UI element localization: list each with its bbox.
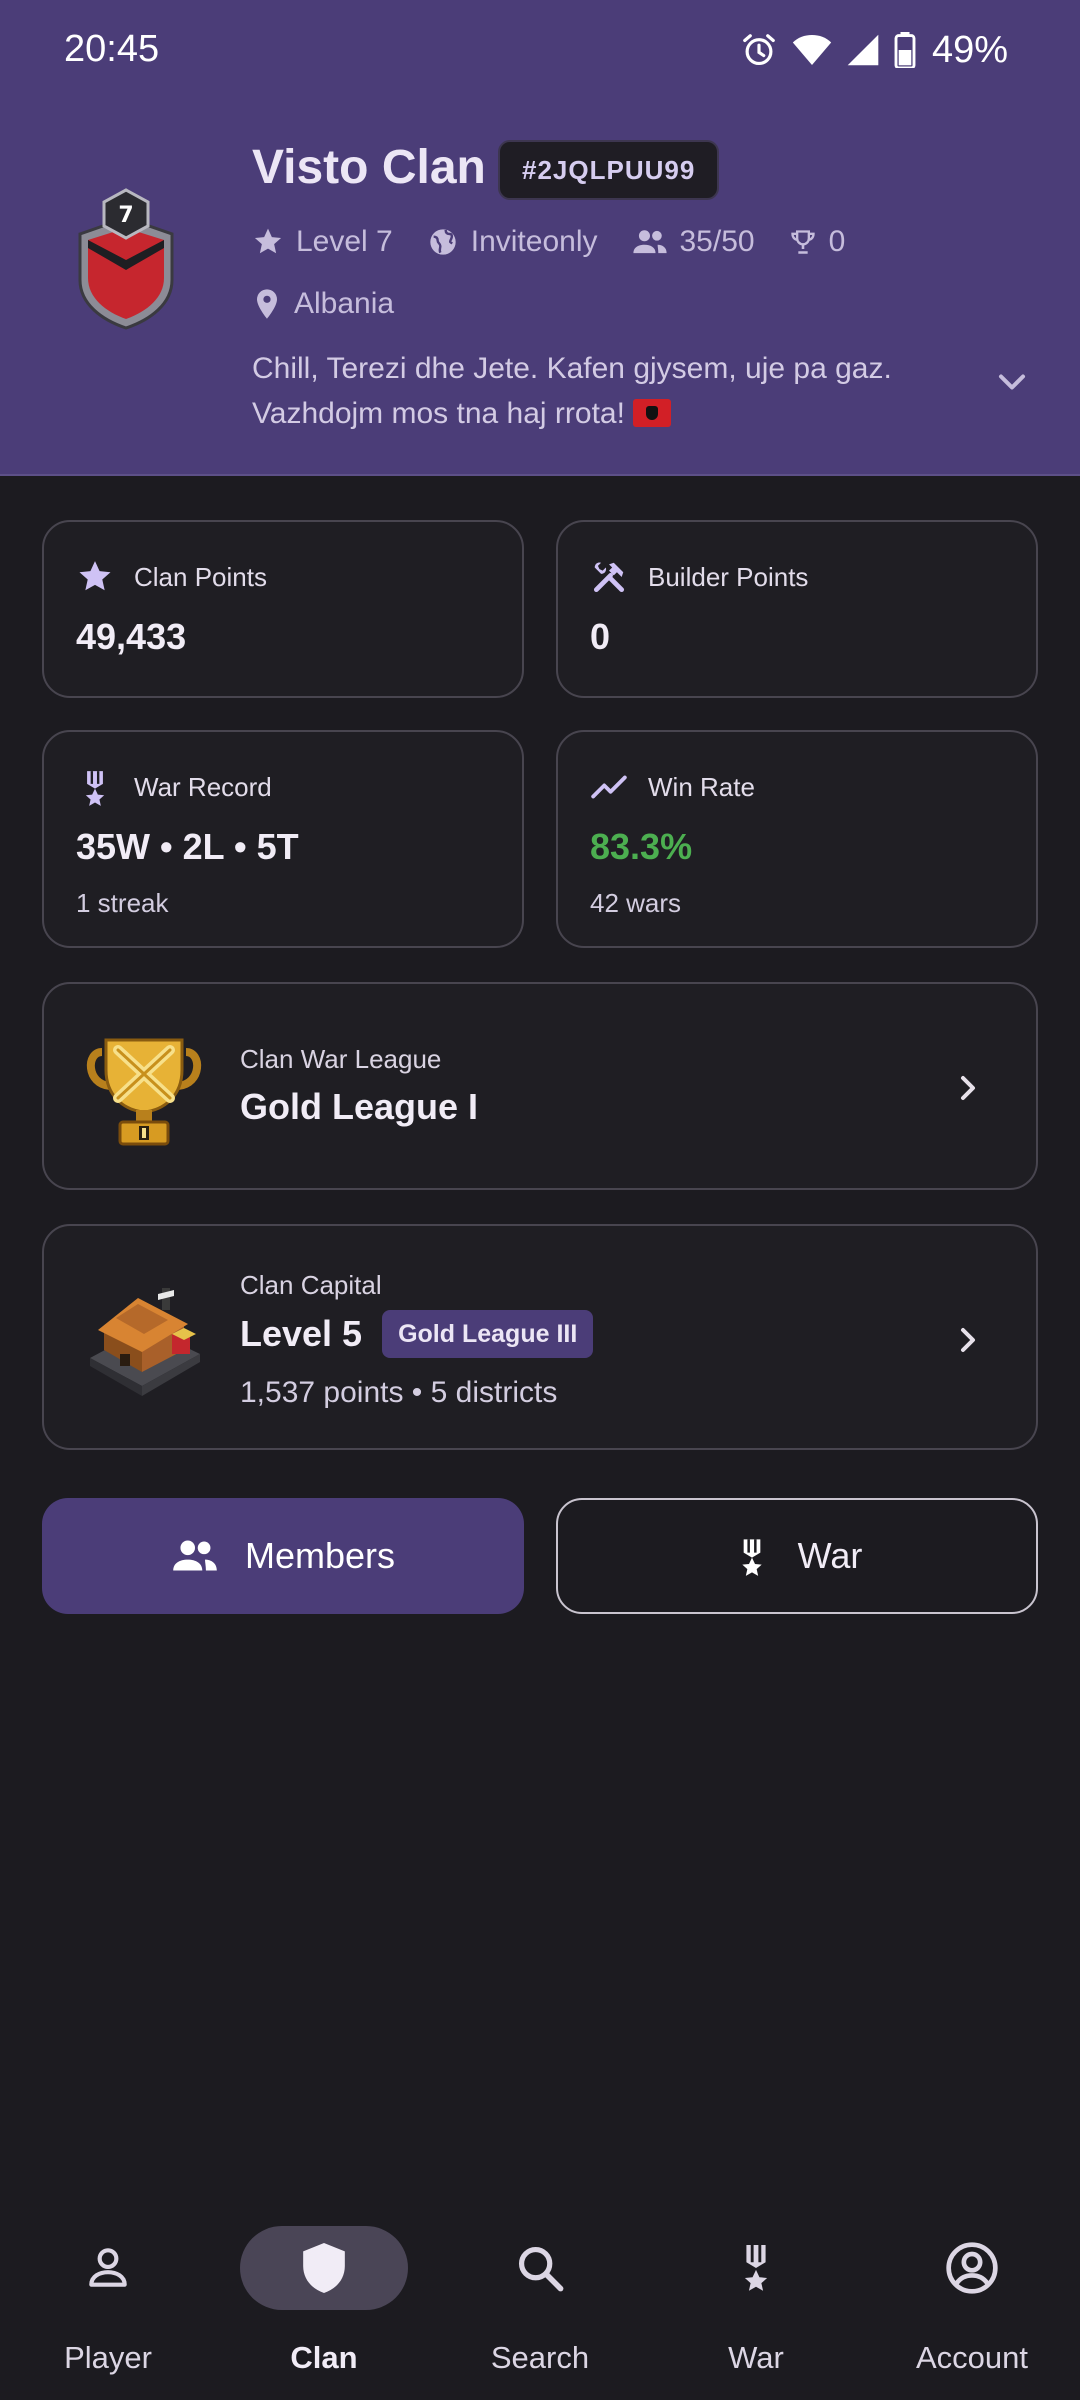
clan-members-count: 35/50 <box>632 225 755 259</box>
nav-item-search[interactable]: Search <box>432 2200 648 2400</box>
win-rate-label: Win Rate <box>648 771 755 802</box>
star-icon <box>79 561 111 591</box>
shield-icon <box>303 2243 345 2293</box>
group-icon <box>173 1540 217 1571</box>
albania-flag-icon <box>633 399 672 427</box>
clan-badge-icon: 7 <box>78 188 174 330</box>
nav-label-clan: Clan <box>290 2340 358 2375</box>
cwl-caption: Clan War League <box>240 1044 442 1074</box>
capital-league-badge: Gold League III <box>382 1310 594 1358</box>
war-record-value: 35W • 2L • 5T <box>76 826 299 867</box>
capital-level: Level 5 <box>240 1313 363 1354</box>
cwl-league-name: Gold League I <box>240 1086 479 1127</box>
war-record-card: War Record 35W • 2L • 5T 1 streak <box>42 730 524 948</box>
war-medal-icon <box>85 771 105 806</box>
battery-percent: 49% <box>931 28 1008 71</box>
clan-capital-card[interactable]: Clan Capital Level 5 Gold League III 1,53… <box>42 1224 1038 1450</box>
clan-type: Inviteonly <box>427 225 598 259</box>
clan-location-row: Albania <box>252 284 428 324</box>
nav-label-account: Account <box>915 2340 1028 2375</box>
nav-item-account[interactable]: Account <box>864 2200 1080 2400</box>
tools-icon <box>593 562 625 593</box>
wifi-icon <box>792 35 832 65</box>
search-icon <box>518 2246 564 2292</box>
war-streak: 1 streak <box>76 888 169 918</box>
capital-caption: Clan Capital <box>240 1270 382 1300</box>
clan-war-league-card[interactable]: Clan War League Gold League I <box>42 982 1038 1190</box>
clan-description-text: Chill, Terezi dhe Jete. Kafen gjysem, uj… <box>252 352 892 430</box>
total-wars: 42 wars <box>590 888 682 918</box>
expand-description-icon[interactable] <box>990 360 1034 404</box>
trending-up-icon <box>591 775 627 799</box>
members-button[interactable]: Members <box>42 1498 524 1614</box>
status-time: 20:45 <box>64 28 160 70</box>
nav-label-player: Player <box>64 2340 152 2375</box>
status-bar: 20:45 49% <box>0 0 1080 100</box>
clan-header: 20:45 49% 7 Visto Clan #2JQLPUU99 Level … <box>0 0 1080 476</box>
clan-level: Level 7 <box>252 225 393 259</box>
clan-points-value: 49,433 <box>76 616 187 657</box>
trophy-icon <box>790 230 815 254</box>
clan-capital-hall-icon <box>90 1288 200 1396</box>
chevron-right-icon <box>961 1328 975 1352</box>
person-icon <box>89 2248 127 2287</box>
builder-points-card: Builder Points 0 <box>556 520 1038 698</box>
alarm-icon <box>743 34 775 66</box>
builder-points-value: 0 <box>590 616 611 657</box>
war-button-label: War <box>797 1535 863 1576</box>
status-icons: 49% <box>740 26 1008 74</box>
capital-title-row: Level 5 Gold League III <box>240 1310 594 1358</box>
location-pin-icon <box>257 289 277 319</box>
win-rate-value: 83.3% <box>590 826 693 867</box>
clan-location: Albania <box>252 287 394 321</box>
clan-points-label: Clan Points <box>134 561 267 592</box>
clan-meta-row: Level 7 Inviteonly 35/50 0 <box>252 222 879 262</box>
chevron-right-icon <box>961 1076 975 1100</box>
nav-item-clan[interactable]: Clan <box>216 2200 432 2400</box>
battery-icon <box>894 32 916 68</box>
nav-item-war[interactable]: War <box>648 2200 864 2400</box>
cellular-signal-icon <box>847 34 879 66</box>
bottom-navigation: Player Clan Search War Account <box>0 2200 1080 2400</box>
account-circle-icon <box>946 2242 998 2294</box>
group-icon <box>632 230 667 254</box>
clan-badge-level: 7 <box>118 203 133 228</box>
nav-label-search: Search <box>490 2340 590 2375</box>
clan-tag[interactable]: #2JQLPUU99 <box>498 140 720 200</box>
war-record-label: War Record <box>134 771 272 802</box>
war-medal-icon <box>742 1539 762 1576</box>
win-rate-card: Win Rate 83.3% 42 wars <box>556 730 1038 948</box>
builder-points-label: Builder Points <box>648 561 809 592</box>
clan-trophies: 0 <box>789 225 845 259</box>
nav-item-player[interactable]: Player <box>0 2200 216 2400</box>
gold-league-trophy-icon <box>86 1038 202 1146</box>
clan-description: Chill, Terezi dhe Jete. Kafen gjysem, uj… <box>252 346 972 436</box>
clan-points-card: Clan Points 49,433 <box>42 520 524 698</box>
war-medal-icon <box>744 2245 768 2291</box>
members-button-label: Members <box>244 1535 396 1576</box>
star-icon <box>254 228 282 254</box>
nav-label-war: War <box>728 2340 784 2375</box>
capital-details: 1,537 points • 5 districts <box>240 1376 558 1409</box>
clan-name: Visto Clan <box>252 141 486 194</box>
war-button[interactable]: War <box>556 1498 1038 1614</box>
globe-icon <box>430 229 456 255</box>
